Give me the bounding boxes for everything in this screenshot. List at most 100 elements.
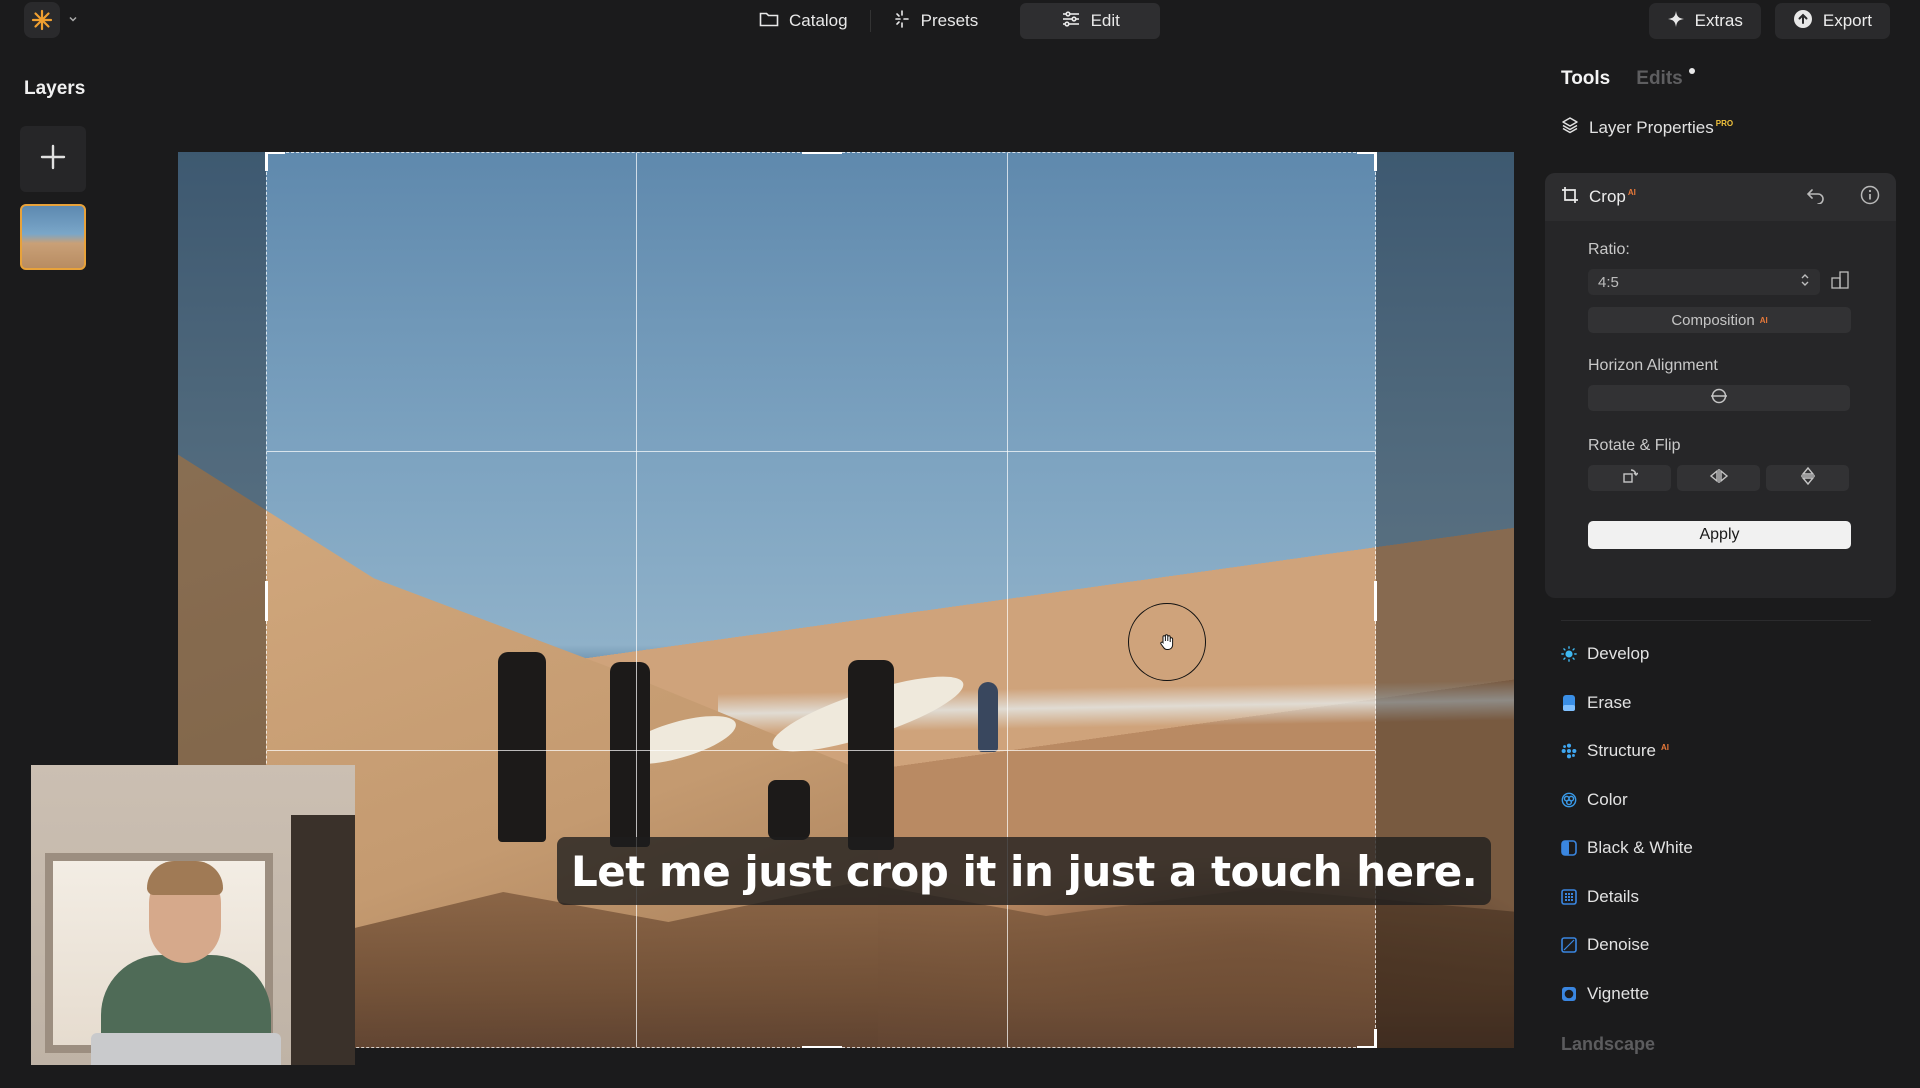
extras-button[interactable]: Extras: [1648, 3, 1761, 39]
structure-icon: [1561, 743, 1577, 759]
tool-details[interactable]: Details: [1561, 873, 1693, 922]
color-icon: [1561, 792, 1577, 808]
select-arrows-icon: [1800, 273, 1810, 291]
rotate-icon: [1622, 468, 1638, 488]
tab-edit[interactable]: Edit: [1020, 3, 1161, 39]
layer-properties-item[interactable]: Layer Properties PRO: [1561, 116, 1733, 139]
composition-label: Composition: [1671, 311, 1755, 329]
tool-list: Develop Erase Structure AI Color Black & …: [1561, 630, 1693, 1018]
crop-edge-handle[interactable]: [802, 1046, 842, 1048]
tool-details-label: Details: [1587, 886, 1639, 906]
tab-edits[interactable]: Edits: [1636, 68, 1695, 90]
pro-badge: PRO: [1715, 118, 1734, 128]
tab-edits-label: Edits: [1636, 68, 1683, 89]
crop-grid-line: [267, 750, 1375, 751]
tab-presets[interactable]: Presets: [871, 3, 1001, 39]
crop-corner-handle[interactable]: [1357, 152, 1377, 171]
crop-title: Crop: [1589, 187, 1626, 206]
tool-erase-label: Erase: [1587, 692, 1632, 712]
webcam-person-hair: [147, 861, 223, 895]
layers-stack-icon: [1561, 116, 1579, 139]
crop-edge-handle[interactable]: [802, 152, 842, 154]
mode-tabs: Catalog Presets Edit: [737, 3, 1161, 39]
tool-denoise-label: Denoise: [1587, 935, 1650, 955]
layer-thumbnail[interactable]: [20, 204, 86, 270]
ratio-label: Ratio:: [1588, 241, 1630, 258]
crop-edge-handle[interactable]: [265, 581, 268, 621]
app-logo-icon[interactable]: [24, 2, 60, 38]
crop-icon: [1561, 186, 1579, 209]
sparkle-icon: [893, 9, 911, 33]
vignette-icon: [1561, 986, 1577, 1002]
rotate-button[interactable]: [1588, 465, 1671, 491]
export-label: Export: [1822, 11, 1872, 30]
export-button[interactable]: Export: [1774, 3, 1890, 39]
tab-edit-label: Edit: [1090, 11, 1120, 30]
undo-icon[interactable]: [1806, 186, 1826, 209]
orientation-toggle-icon[interactable]: [1830, 270, 1850, 295]
right-panel-tabs: Tools Edits: [1561, 68, 1695, 90]
app-menu[interactable]: [24, 2, 84, 38]
flip-vertical-icon: [1800, 466, 1815, 490]
video-caption: Let me just crop it in just a touch here…: [557, 837, 1492, 905]
apply-button[interactable]: Apply: [1588, 521, 1851, 549]
crop-grid-line: [1007, 153, 1008, 1047]
rotate-flip-label: Rotate & Flip: [1588, 437, 1681, 454]
ratio-row: 4:5: [1588, 269, 1852, 295]
tab-tools[interactable]: Tools: [1561, 68, 1610, 90]
develop-icon: [1561, 646, 1577, 663]
crop-edge-handle[interactable]: [1374, 581, 1377, 621]
rotate-flip-row: [1588, 465, 1852, 491]
layers-title: Layers: [24, 78, 86, 99]
tool-structure-label: Structure: [1587, 741, 1656, 761]
ratio-value: 4:5: [1598, 273, 1619, 291]
photo-canvas[interactable]: [178, 152, 1514, 1048]
edits-indicator-dot: [1688, 68, 1695, 74]
ai-badge: AI: [1759, 315, 1768, 325]
info-icon[interactable]: [1860, 185, 1880, 210]
tool-vignette-label: Vignette: [1587, 983, 1650, 1003]
horizon-level-icon: [1710, 387, 1728, 409]
flip-horizontal-icon: [1709, 469, 1729, 487]
tab-catalog-label: Catalog: [789, 11, 848, 30]
crop-corner-handle[interactable]: [265, 152, 285, 171]
star-sparkle-icon: [1667, 10, 1685, 33]
flip-vertical-button[interactable]: [1766, 465, 1849, 491]
ratio-select[interactable]: 4:5: [1588, 269, 1820, 295]
webcam-overlay: [31, 765, 355, 1065]
upload-circle-icon: [1793, 9, 1813, 34]
tool-black-white[interactable]: Black & White: [1561, 824, 1693, 873]
crop-grid-line: [636, 153, 637, 1047]
top-bar: Catalog Presets Edit Extras Export: [0, 0, 1920, 42]
composition-button[interactable]: Composition AI: [1588, 307, 1851, 333]
tool-color[interactable]: Color: [1561, 776, 1693, 825]
tool-color-label: Color: [1587, 789, 1628, 809]
crop-panel-body: Ratio: 4:5 Composition AI Horizon Alignme…: [1545, 221, 1896, 549]
crop-panel-header[interactable]: Crop AI: [1545, 173, 1896, 221]
denoise-icon: [1561, 937, 1577, 954]
tool-develop[interactable]: Develop: [1561, 630, 1693, 679]
tool-vignette[interactable]: Vignette: [1561, 970, 1693, 1019]
erase-icon: [1561, 694, 1577, 711]
details-icon: [1561, 888, 1577, 905]
chevron-down-icon[interactable]: [68, 11, 78, 29]
black-white-icon: [1561, 840, 1577, 857]
crop-frame[interactable]: [265, 152, 1377, 1048]
layer-properties-label: Layer Properties: [1589, 117, 1714, 137]
top-right-actions: Extras Export: [1648, 3, 1890, 39]
crop-corner-handle[interactable]: [1357, 1029, 1377, 1048]
tool-erase[interactable]: Erase: [1561, 679, 1693, 728]
horizon-alignment-button[interactable]: [1588, 385, 1850, 411]
hand-cursor-icon: [1128, 603, 1206, 681]
tool-denoise[interactable]: Denoise: [1561, 921, 1693, 970]
crop-shade-right: [1376, 152, 1514, 1048]
sliders-icon: [1061, 10, 1081, 32]
tool-develop-label: Develop: [1587, 644, 1650, 664]
tool-structure[interactable]: Structure AI: [1561, 727, 1693, 776]
add-layer-button[interactable]: [20, 126, 86, 192]
folder-icon: [759, 11, 779, 32]
tab-catalog[interactable]: Catalog: [737, 3, 870, 39]
ai-badge: AI: [1627, 188, 1636, 198]
ai-badge: AI: [1660, 742, 1669, 752]
flip-horizontal-button[interactable]: [1677, 465, 1760, 491]
